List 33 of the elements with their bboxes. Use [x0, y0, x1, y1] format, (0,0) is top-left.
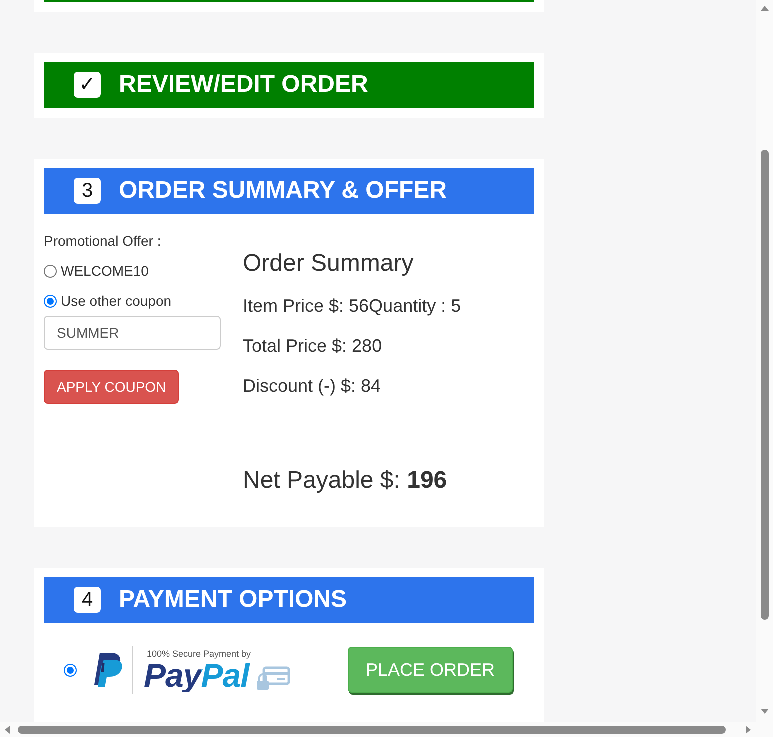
section-title: PAYMENT OPTIONS: [119, 586, 348, 614]
step-badge: 4: [74, 587, 101, 613]
scrollbar-thumb[interactable]: [760, 150, 768, 620]
logo-icon: [94, 652, 124, 688]
section-title: ORDER SUMMARY & OFFER: [119, 177, 448, 205]
summary-line: Discount (-) $: 84: [243, 376, 382, 396]
apply-coupon-button[interactable]: APPLY COUPON: [44, 370, 180, 404]
step-badge: ✓: [74, 72, 101, 98]
offer-label: Promotional Offer :: [44, 232, 162, 251]
scroll-right-icon[interactable]: [746, 726, 751, 734]
step-badge: 3: [74, 178, 101, 204]
radio-button[interactable]: [44, 294, 57, 308]
summary-line: Item Price $: 56Quantity : 5: [243, 296, 462, 316]
horizontal-scrollbar[interactable]: [0, 722, 756, 737]
vertical-scrollbar[interactable]: [756, 0, 773, 737]
section-header[interactable]: ✓ REVIEW/EDIT ORDER: [44, 62, 534, 108]
scroll-down-icon[interactable]: [760, 709, 768, 714]
summary-line: Total Price $: 280: [243, 336, 382, 356]
net-payable: Net Payable $: 196: [243, 468, 448, 494]
section-title: REVIEW/EDIT ORDER: [119, 71, 368, 99]
secure-caption: 100% Secure Payment by: [146, 648, 252, 660]
radio-label[interactable]: Use other coupon: [61, 291, 172, 311]
section-header[interactable]: 3 ORDER SUMMARY & OFFER: [44, 168, 534, 214]
radio-label[interactable]: WELCOME10: [61, 261, 149, 281]
radio-button[interactable]: [64, 664, 77, 676]
card-lock-icon: [256, 666, 290, 690]
radio-button[interactable]: [44, 264, 57, 278]
scroll-up-icon[interactable]: [760, 6, 768, 11]
coupon-field[interactable]: SUMMER: [44, 316, 221, 350]
scrollbar-thumb[interactable]: [18, 726, 726, 734]
summary-title: Order Summary: [243, 251, 414, 277]
scroll-left-icon[interactable]: [5, 726, 10, 734]
section-header[interactable]: 4 PAYMENT OPTIONS: [44, 577, 534, 623]
